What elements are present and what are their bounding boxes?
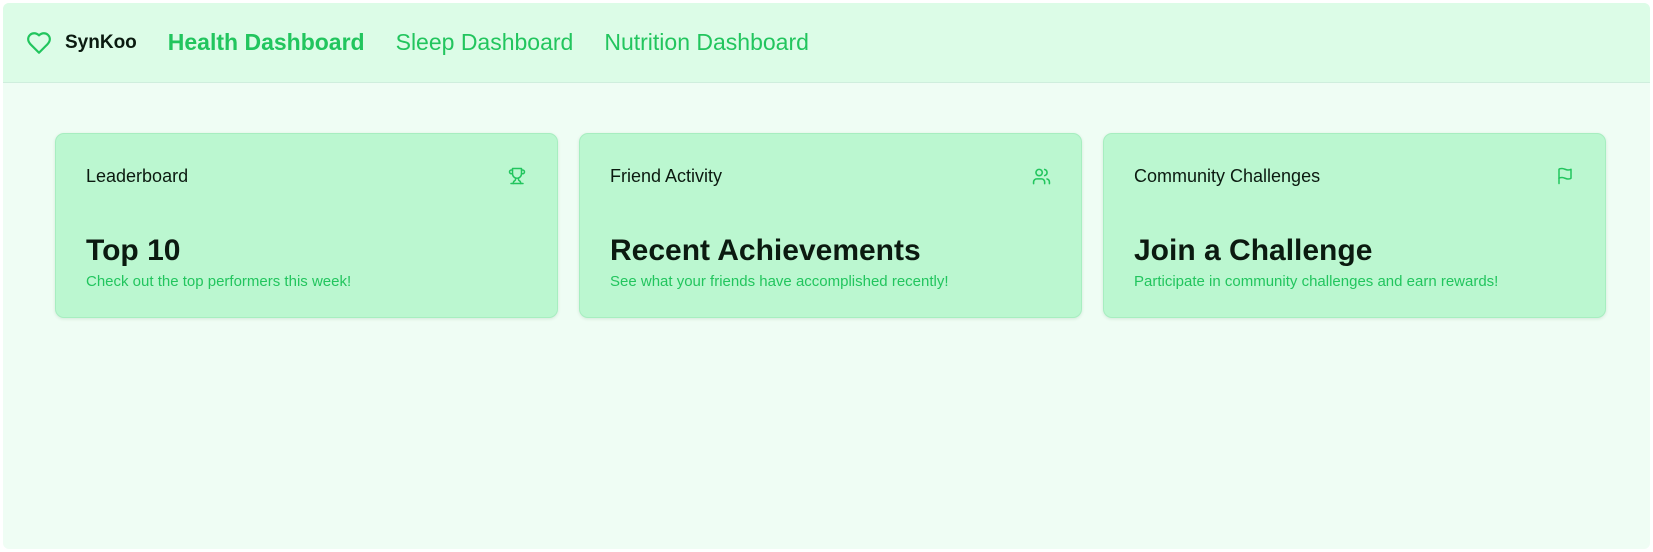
card-header: Leaderboard bbox=[86, 164, 528, 188]
nav-link-sleep-dashboard[interactable]: Sleep Dashboard bbox=[396, 29, 574, 56]
main-nav: Health Dashboard Sleep Dashboard Nutriti… bbox=[168, 29, 840, 56]
users-icon bbox=[1030, 165, 1052, 187]
dashboard-content: Leaderboard Top 10 Check out the top per… bbox=[3, 83, 1650, 318]
brand-link[interactable]: SynKoo bbox=[24, 28, 137, 58]
flag-icon bbox=[1554, 165, 1576, 187]
card-subtitle: See what your friends have accomplished … bbox=[610, 273, 949, 290]
card-header: Community Challenges bbox=[1134, 164, 1576, 188]
card-title: Recent Achievements bbox=[610, 234, 921, 267]
card-label: Community Challenges bbox=[1134, 165, 1321, 186]
trophy-icon bbox=[506, 165, 528, 187]
card-title: Top 10 bbox=[86, 234, 181, 267]
nav-link-nutrition-dashboard[interactable]: Nutrition Dashboard bbox=[604, 29, 809, 56]
card-subtitle: Participate in community challenges and … bbox=[1134, 273, 1499, 290]
leaderboard-card[interactable]: Leaderboard Top 10 Check out the top per… bbox=[55, 133, 558, 318]
card-label: Leaderboard bbox=[86, 165, 189, 186]
community-challenges-card[interactable]: Community Challenges Join a Challenge Pa… bbox=[1103, 133, 1606, 318]
top-navigation: SynKoo Health Dashboard Sleep Dashboard … bbox=[3, 3, 1650, 83]
nav-link-health-dashboard[interactable]: Health Dashboard bbox=[168, 29, 365, 56]
heart-icon bbox=[24, 28, 54, 58]
brand-name: SynKoo bbox=[65, 31, 137, 53]
friend-activity-card[interactable]: Friend Activity Recent Achievements See … bbox=[579, 133, 1082, 318]
app-window: SynKoo Health Dashboard Sleep Dashboard … bbox=[3, 3, 1650, 549]
card-label: Friend Activity bbox=[610, 165, 723, 186]
card-subtitle: Check out the top performers this week! bbox=[86, 273, 352, 290]
card-header: Friend Activity bbox=[610, 164, 1052, 188]
card-title: Join a Challenge bbox=[1134, 234, 1373, 267]
